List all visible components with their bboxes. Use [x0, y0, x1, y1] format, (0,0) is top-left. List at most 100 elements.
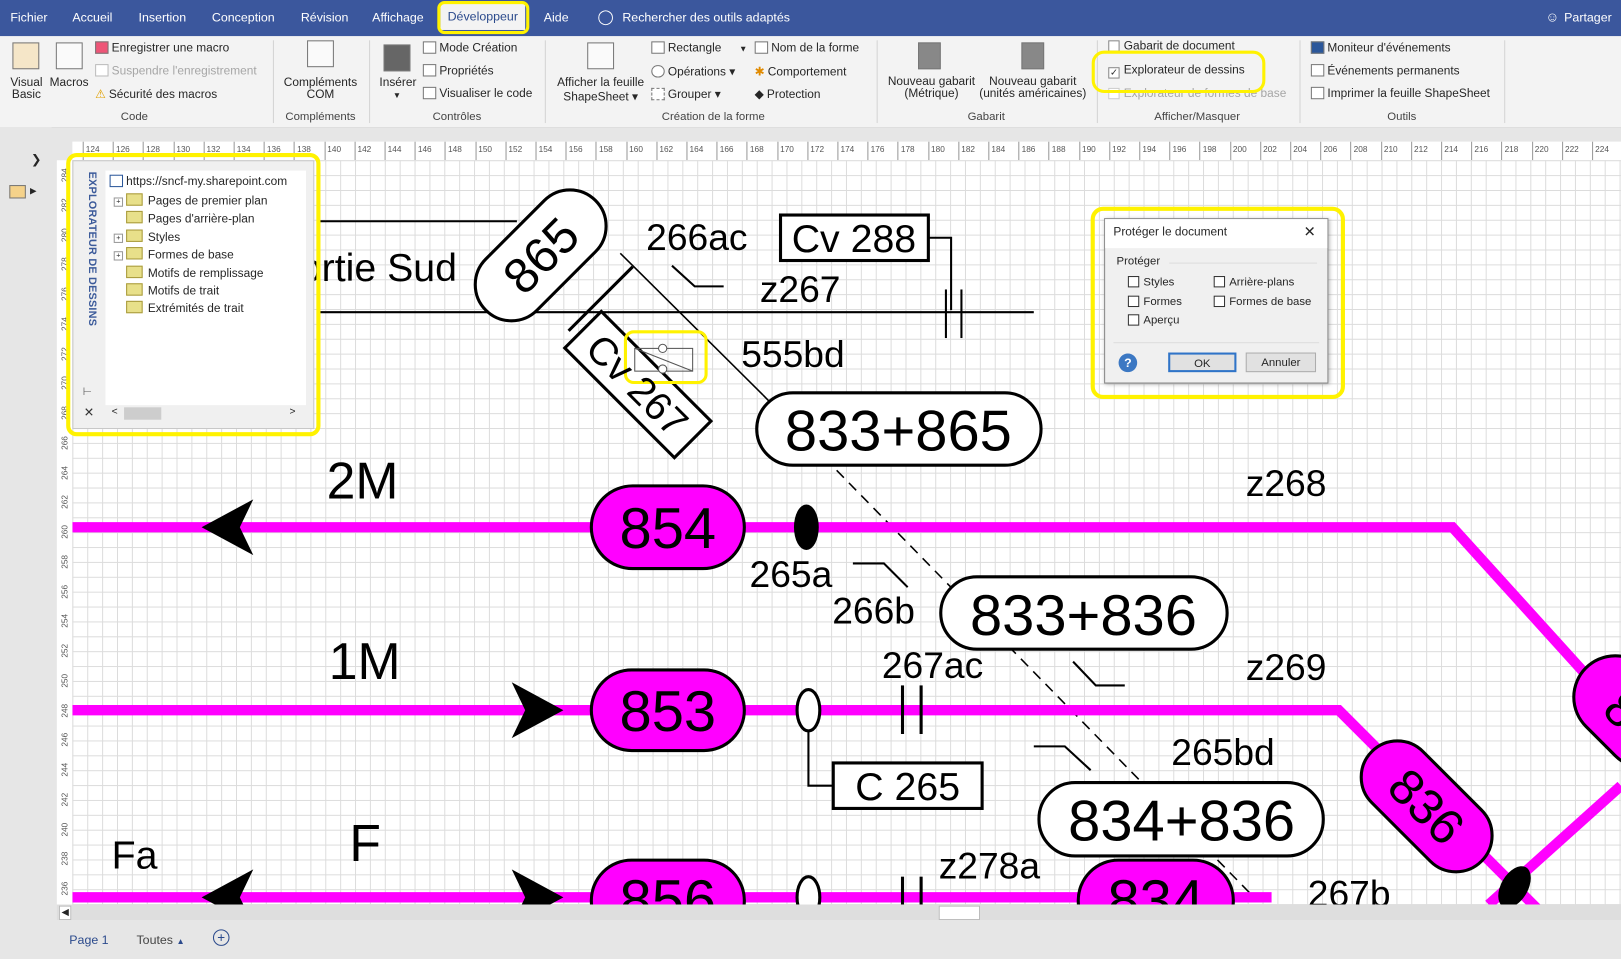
group-button[interactable]: Grouper ▾: [651, 87, 721, 101]
tab-fichier[interactable]: Fichier: [10, 10, 47, 24]
horizontal-ruler: 124 126 128 130 132 134 136 138 140 142 144 146 148 1…: [72, 141, 1621, 162]
ruler-tick: [1561, 141, 1563, 161]
checkbox-icon: [1108, 40, 1120, 52]
folder-icon: [126, 247, 143, 260]
tree-item[interactable]: + Formes de base: [113, 247, 234, 262]
ok-button[interactable]: OK: [1168, 352, 1237, 373]
drawing-explorer-checkbox[interactable]: ✓ Explorateur de dessins: [1108, 64, 1245, 79]
drawing-explorer-label: Explorateur de dessins: [1123, 64, 1245, 77]
folder-icon: [126, 193, 143, 206]
option-master-shapes[interactable]: Formes de base: [1213, 295, 1311, 308]
tab-aide[interactable]: Aide: [544, 10, 569, 24]
rectangle-button[interactable]: Rectangle ▼: [651, 41, 747, 55]
tab-insertion[interactable]: Insertion: [139, 10, 187, 24]
insert-control-button[interactable]: Insérer ▼: [379, 77, 416, 102]
pin-icon[interactable]: ⊢: [83, 387, 92, 398]
ruler-label: 246: [60, 733, 70, 747]
scroll-left-icon[interactable]: <: [112, 406, 118, 417]
tab-conception[interactable]: Conception: [212, 10, 275, 24]
scroll-right-icon[interactable]: >: [289, 406, 295, 417]
new-stencil-us-button[interactable]: Nouveau gabarit (unités américaines): [978, 75, 1088, 100]
ruler-label: 184: [991, 144, 1006, 155]
ruler-label: 240: [60, 822, 70, 837]
expand-icon[interactable]: +: [113, 233, 124, 243]
record-macro-button[interactable]: Enregistrer une macro: [95, 41, 230, 55]
option-backgrounds[interactable]: Arrière-plans: [1213, 276, 1294, 288]
dialog-title: Protéger le document: [1113, 226, 1228, 239]
explorer-hscrollbar[interactable]: < >: [105, 405, 307, 422]
scroll-thumb[interactable]: [124, 407, 162, 420]
design-mode-button[interactable]: Mode Création: [422, 41, 517, 55]
search-tools-input[interactable]: Rechercher des outils adaptés: [622, 10, 790, 24]
com-addins-button[interactable]: Compléments COM: [283, 77, 357, 102]
macro-security-button[interactable]: ⚠ Sécurité des macros: [95, 87, 217, 101]
option-styles[interactable]: Styles: [1127, 276, 1174, 288]
ruler-tick: [354, 141, 356, 161]
expand-icon[interactable]: +: [113, 251, 124, 261]
protection-button[interactable]: ◆ Protection: [755, 87, 821, 101]
vertical-ruler: 284 282 280 278 276 274 272 270 268 266 264 262 260 2…: [56, 160, 74, 905]
page-tabs-bar: Page 1 Toutes ▲ +: [51, 920, 1621, 959]
shape-name-button[interactable]: Nom de la forme: [754, 41, 859, 55]
label-833-836: 833+836: [970, 584, 1197, 648]
expand-icon[interactable]: +: [113, 197, 124, 207]
share-button[interactable]: Partager: [1564, 10, 1612, 24]
close-icon[interactable]: ✕: [84, 405, 94, 419]
label-z278a: z278a: [939, 845, 1041, 887]
tree-item[interactable]: Extrémités de trait: [114, 301, 244, 316]
com-addins-label-1: Compléments: [283, 76, 358, 89]
scroll-thumb[interactable]: [938, 905, 981, 921]
cancel-button[interactable]: Annuler: [1245, 352, 1317, 373]
document-icon: [109, 174, 124, 188]
add-page-icon[interactable]: +: [212, 929, 230, 946]
ruler-label: 252: [60, 643, 70, 658]
new-stencil-metric-button[interactable]: Nouveau gabarit (Métrique): [885, 75, 978, 100]
option-shapes[interactable]: Formes: [1127, 295, 1182, 308]
view-code-button[interactable]: Visualiser le code: [422, 86, 532, 100]
ruler-tick: [444, 141, 446, 161]
tab-revision[interactable]: Révision: [301, 10, 349, 24]
tab-affichage[interactable]: Affichage: [372, 10, 424, 24]
shapes-folder-icon[interactable]: [9, 185, 26, 199]
help-icon[interactable]: ?: [1118, 353, 1138, 373]
divider: [1113, 342, 1320, 344]
canvas-hscrollbar[interactable]: ◀: [56, 904, 1621, 921]
macros-button[interactable]: Macros: [50, 77, 89, 89]
ruler-tick: [1229, 141, 1231, 161]
persistent-events-button[interactable]: Événements permanents: [1310, 64, 1460, 78]
behavior-button[interactable]: ✱ Comportement: [755, 64, 847, 78]
tree-root[interactable]: https://sncf-my.sharepoint.com: [109, 174, 287, 188]
ruler-label: 176: [870, 144, 885, 155]
option-preview[interactable]: Aperçu: [1127, 314, 1179, 327]
ruler-label: 134: [236, 144, 251, 155]
tab-developpeur[interactable]: Développeur: [440, 3, 526, 30]
all-pages-button[interactable]: Toutes ▲: [136, 932, 184, 946]
operations-button[interactable]: Opérations ▾: [651, 64, 735, 79]
print-shapesheet-button[interactable]: Imprimer la feuille ShapeSheet: [1310, 86, 1490, 100]
tree-item[interactable]: Motifs de trait: [114, 283, 219, 298]
metric-label-1: Nouveau gabarit: [887, 75, 976, 88]
operations-icon: [651, 65, 665, 78]
divider: [1169, 262, 1318, 264]
group-label-shape-design: Création de la forme: [661, 110, 765, 124]
drawing-explorer-panel: EXPLORATEUR DE DESSINS ⊢ ✕ https://sncf-…: [72, 160, 315, 430]
event-monitor-button[interactable]: Moniteur d'événements: [1310, 41, 1451, 55]
page-tab-page1[interactable]: Page 1: [69, 932, 108, 946]
ruler-tick: [686, 141, 688, 161]
scroll-left-icon[interactable]: ◀: [58, 905, 72, 921]
close-icon[interactable]: ✕: [1304, 223, 1316, 241]
document-stencil-checkbox[interactable]: Gabarit de document: [1108, 40, 1235, 53]
show-shapesheet-button[interactable]: Afficher la feuille ShapeSheet ▾: [554, 77, 647, 104]
tree-item[interactable]: Pages d'arrière-plan: [114, 211, 255, 226]
ruler-label: 218: [1504, 144, 1519, 155]
visual-basic-button[interactable]: Visual Basic: [10, 77, 42, 102]
tab-accueil[interactable]: Accueil: [72, 10, 112, 24]
tree-item[interactable]: Motifs de remplissage: [114, 265, 263, 280]
ruler-label: 250: [60, 673, 70, 688]
expand-shapes-chevron-icon[interactable]: ❯: [31, 152, 41, 166]
tree-item[interactable]: + Styles: [113, 229, 180, 244]
tree-item[interactable]: + Pages de premier plan: [113, 193, 267, 208]
checkmark-icon: ✓: [1108, 67, 1120, 79]
properties-button[interactable]: Propriétés: [422, 64, 494, 78]
record-macro-label: Enregistrer une macro: [111, 42, 230, 55]
